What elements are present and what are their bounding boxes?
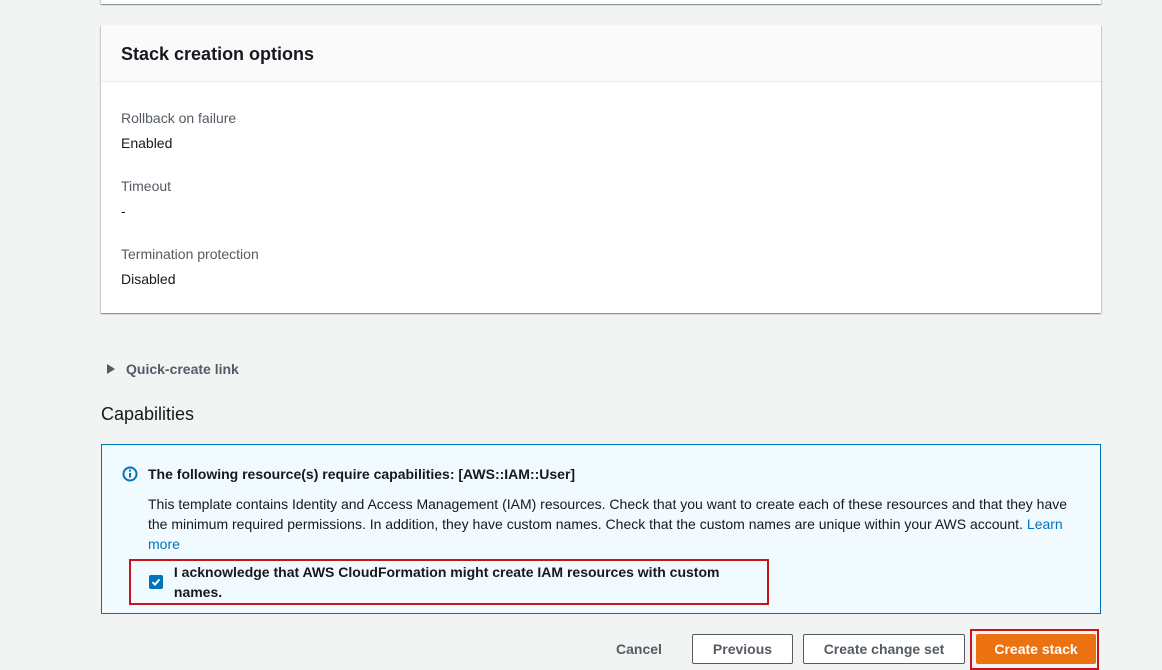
caret-right-icon (107, 364, 115, 374)
acknowledge-label[interactable]: I acknowledge that AWS CloudFormation mi… (174, 562, 767, 602)
panel-title: Stack creation options (121, 44, 315, 64)
quick-create-link-expander[interactable]: Quick-create link (107, 359, 239, 379)
panel-body: Rollback on failure Enabled Timeout - Te… (101, 82, 1101, 289)
expander-label: Quick-create link (126, 361, 239, 377)
acknowledge-highlight: I acknowledge that AWS CloudFormation mi… (129, 559, 769, 605)
alert-header: The following resource(s) require capabi… (148, 466, 576, 482)
previous-panel-edge (101, 0, 1101, 4)
field-label: Timeout (121, 178, 172, 194)
acknowledge-checkbox[interactable] (149, 575, 163, 589)
field-label: Termination protection (121, 246, 259, 262)
termination-protection-field: Termination protection Disabled (121, 244, 1081, 289)
alert-body: This template contains Identity and Acce… (148, 494, 1088, 554)
previous-button[interactable]: Previous (692, 634, 793, 664)
field-value: Disabled (121, 271, 176, 287)
stack-creation-options-panel: Stack creation options Rollback on failu… (101, 25, 1101, 313)
rollback-field: Rollback on failure Enabled (121, 108, 1081, 153)
field-value: - (121, 203, 126, 219)
panel-header: Stack creation options (101, 25, 1101, 82)
create-stack-button[interactable]: Create stack (976, 634, 1096, 664)
info-circle-icon (122, 466, 138, 482)
alert-body-text: This template contains Identity and Acce… (148, 496, 1068, 532)
capabilities-heading: Capabilities (101, 404, 195, 424)
timeout-field: Timeout - (121, 176, 1081, 221)
field-value: Enabled (121, 135, 173, 151)
cancel-button[interactable]: Cancel (604, 634, 674, 664)
checkmark-icon (151, 578, 161, 587)
create-change-set-button[interactable]: Create change set (803, 634, 965, 664)
field-label: Rollback on failure (121, 110, 237, 126)
review-page: Stack creation options Rollback on failu… (0, 0, 1162, 670)
